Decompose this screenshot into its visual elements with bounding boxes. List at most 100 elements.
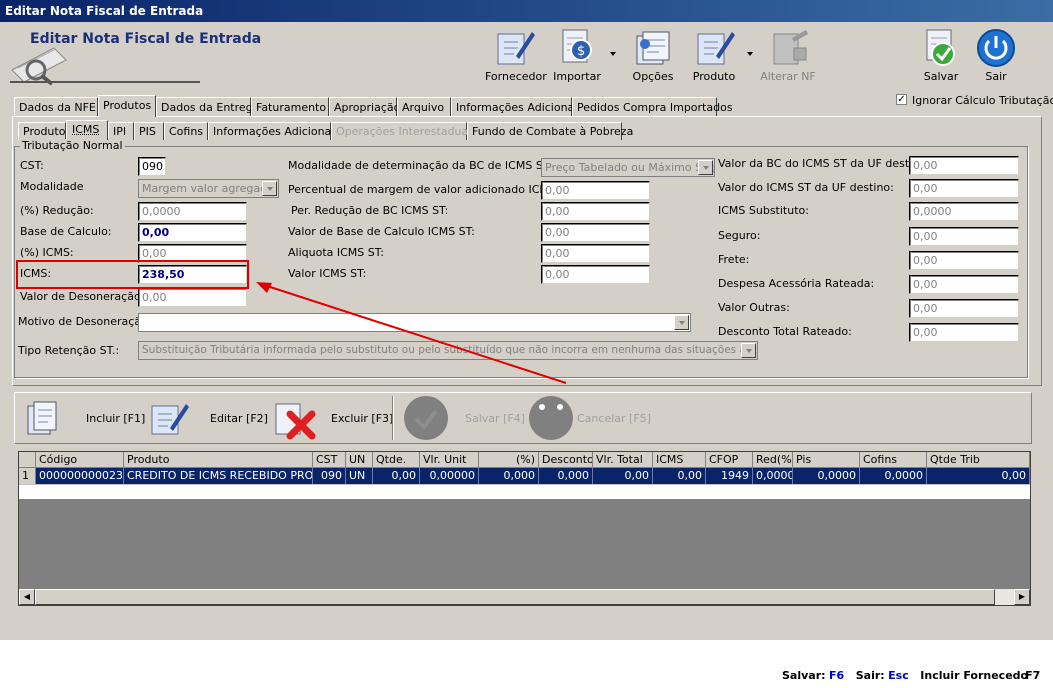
aliquota-st-field[interactable]: 0,00: [541, 244, 650, 263]
valor-icms-st-field[interactable]: 0,00: [541, 265, 650, 284]
table-row[interactable]: 1 0000000000236 CREDITO DE ICMS RECEBIDO…: [19, 468, 1030, 484]
cell-cofins[interactable]: 0,0000: [860, 468, 927, 484]
cell-produto[interactable]: CREDITO DE ICMS RECEBIDO PROI: [124, 468, 313, 484]
scroll-left-icon[interactable]: ◀: [19, 589, 35, 605]
tab-operacoes-interestaduais[interactable]: Operações Interestaduais: [331, 122, 477, 140]
icms-uf-dest-field[interactable]: 0,00: [909, 179, 1019, 198]
cell-qtde-trib[interactable]: 0,00: [927, 468, 1030, 484]
tab-dados-entrega[interactable]: Dados da Entrega: [156, 97, 259, 117]
produto-dropdown-icon[interactable]: [747, 52, 753, 56]
salvar-button[interactable]: Salvar: [918, 26, 964, 83]
col-header[interactable]: Pis: [793, 452, 860, 468]
col-header[interactable]: Vlr. Unit: [420, 452, 479, 468]
col-header[interactable]: Cofins: [860, 452, 927, 468]
seguro-field[interactable]: 0,00: [909, 227, 1019, 246]
cell-pis[interactable]: 0,0000: [793, 468, 860, 484]
per-red-bc-field[interactable]: 0,00: [541, 202, 650, 221]
cell-qtde[interactable]: 0,00: [373, 468, 420, 484]
cell-red[interactable]: 0,0000: [753, 468, 793, 484]
tab-informacoes-adicionais[interactable]: Informações Adicionais: [451, 97, 583, 117]
alterar-nf-button[interactable]: Alterar NF: [758, 26, 818, 83]
perc-margem-field[interactable]: 0,00: [541, 181, 650, 200]
mod-bc-st-select[interactable]: Preço Tabelado ou Máximo Sugerido: [541, 158, 715, 177]
editar-button[interactable]: Editar [F2]: [210, 412, 268, 425]
produto-button[interactable]: Produto: [688, 26, 740, 83]
cell-desconto[interactable]: 0,000: [539, 468, 593, 484]
cell-codigo[interactable]: 0000000000236: [36, 468, 124, 484]
modalidade-select[interactable]: Margem valor agregado: [138, 179, 279, 198]
importar-dropdown-icon[interactable]: [610, 52, 616, 56]
tab-pis[interactable]: PIS: [134, 122, 164, 140]
col-header[interactable]: Qtde Trib: [927, 452, 1030, 468]
cell-icms[interactable]: 0,00: [653, 468, 706, 484]
salvar-item-button[interactable]: Salvar [F4]: [465, 412, 525, 425]
reducao-field[interactable]: 0,0000: [138, 202, 247, 221]
cancelar-button[interactable]: Cancelar [F5]: [577, 412, 651, 425]
tab-produtos[interactable]: Produtos: [98, 95, 156, 117]
col-header[interactable]: Qtde.: [373, 452, 420, 468]
cell-cst[interactable]: 090: [313, 468, 346, 484]
icms-subst-field[interactable]: 0,0000: [909, 202, 1019, 221]
opcoes-button[interactable]: Opções: [626, 26, 680, 83]
col-header[interactable]: ICMS: [653, 452, 706, 468]
desoneracao-label: Valor de Desoneração:: [20, 290, 145, 303]
tab-pedidos-compra[interactable]: Pedidos Compra Importados: [572, 97, 733, 117]
excluir-button[interactable]: Excluir [F3]: [331, 412, 393, 425]
importar-button[interactable]: $ Importar: [549, 26, 605, 83]
col-header[interactable]: Produto: [124, 452, 313, 468]
status-bar: Salvar: F6 Sair: Esc Incluir FornecedoF7: [782, 669, 1040, 682]
tab-sub-informacoes-adicionais[interactable]: Informações Adicionais: [208, 122, 340, 140]
fornecedor-button[interactable]: Fornecedor: [485, 26, 547, 83]
status-incluir-label: Incluir Fornecedo: [920, 669, 1029, 682]
col-header[interactable]: Vlr. Total: [593, 452, 653, 468]
tab-ipi[interactable]: IPI: [108, 122, 134, 140]
incluir-icon[interactable]: [24, 398, 66, 438]
tab-cofins[interactable]: Cofins: [164, 122, 208, 140]
tab-arquivo[interactable]: Arquivo: [397, 97, 451, 117]
col-header[interactable]: UN: [346, 452, 373, 468]
salvar-item-icon[interactable]: [402, 395, 450, 441]
tab-produto[interactable]: Produto: [18, 122, 66, 140]
cell-un[interactable]: UN: [346, 468, 373, 484]
col-header[interactable]: CFOP: [706, 452, 753, 468]
base-calculo-field[interactable]: 0,00: [138, 223, 247, 242]
tab-icms[interactable]: ICMS: [66, 120, 108, 140]
outras-field[interactable]: 0,00: [909, 299, 1019, 318]
cell-pct[interactable]: 0,000: [479, 468, 539, 484]
horizontal-scrollbar[interactable]: ◀ ▶: [19, 589, 1030, 605]
tab-faturamento[interactable]: Faturamento: [251, 97, 329, 117]
incluir-button[interactable]: Incluir [F1]: [86, 412, 145, 425]
scroll-thumb[interactable]: [35, 589, 995, 605]
page-title: Editar Nota Fiscal de Entrada: [30, 31, 262, 47]
window-title: Editar Nota Fiscal de Entrada: [5, 4, 204, 18]
bc-uf-dest-field[interactable]: 0,00: [909, 156, 1019, 175]
col-header[interactable]: CST: [313, 452, 346, 468]
tab-dados-nfe[interactable]: Dados da NFE: [14, 97, 98, 117]
excluir-icon[interactable]: [272, 398, 318, 440]
scroll-right-icon[interactable]: ▶: [1014, 589, 1030, 605]
cancelar-icon[interactable]: [527, 395, 575, 441]
col-header[interactable]: (%): [479, 452, 539, 468]
desoneracao-field[interactable]: 0,00: [138, 288, 247, 307]
frete-field[interactable]: 0,00: [909, 251, 1019, 270]
grid-corner: [19, 452, 36, 468]
cell-cfop[interactable]: 1949: [706, 468, 753, 484]
sair-button[interactable]: Sair: [972, 26, 1020, 83]
mod-bc-st-label: Modalidade de determinação da BC de ICMS…: [288, 159, 553, 172]
cell-vlr-total[interactable]: 0,00: [593, 468, 653, 484]
desconto-total-field[interactable]: 0,00: [909, 323, 1019, 342]
tab-fundo-combate-pobreza[interactable]: Fundo de Combate à Pobreza: [467, 122, 633, 140]
produto-icon: [692, 26, 736, 68]
sub-tab-strip: Produto ICMS IPI PIS Cofins Informações …: [16, 120, 633, 140]
cell-vlr-unit[interactable]: 0,00000: [420, 468, 479, 484]
cst-field[interactable]: 090: [138, 157, 166, 176]
col-header[interactable]: Red(%): [753, 452, 793, 468]
despesa-field[interactable]: 0,00: [909, 275, 1019, 294]
valor-base-st-field[interactable]: 0,00: [541, 223, 650, 242]
ignorar-calculo-checkbox[interactable]: ✓: [896, 94, 907, 105]
tab-apropriacao[interactable]: Apropriação: [329, 97, 400, 117]
col-header[interactable]: Código: [36, 452, 124, 468]
icms-subst-label: ICMS Substituto:: [718, 204, 809, 217]
editar-icon[interactable]: [148, 398, 190, 438]
col-header[interactable]: Desconto: [539, 452, 593, 468]
